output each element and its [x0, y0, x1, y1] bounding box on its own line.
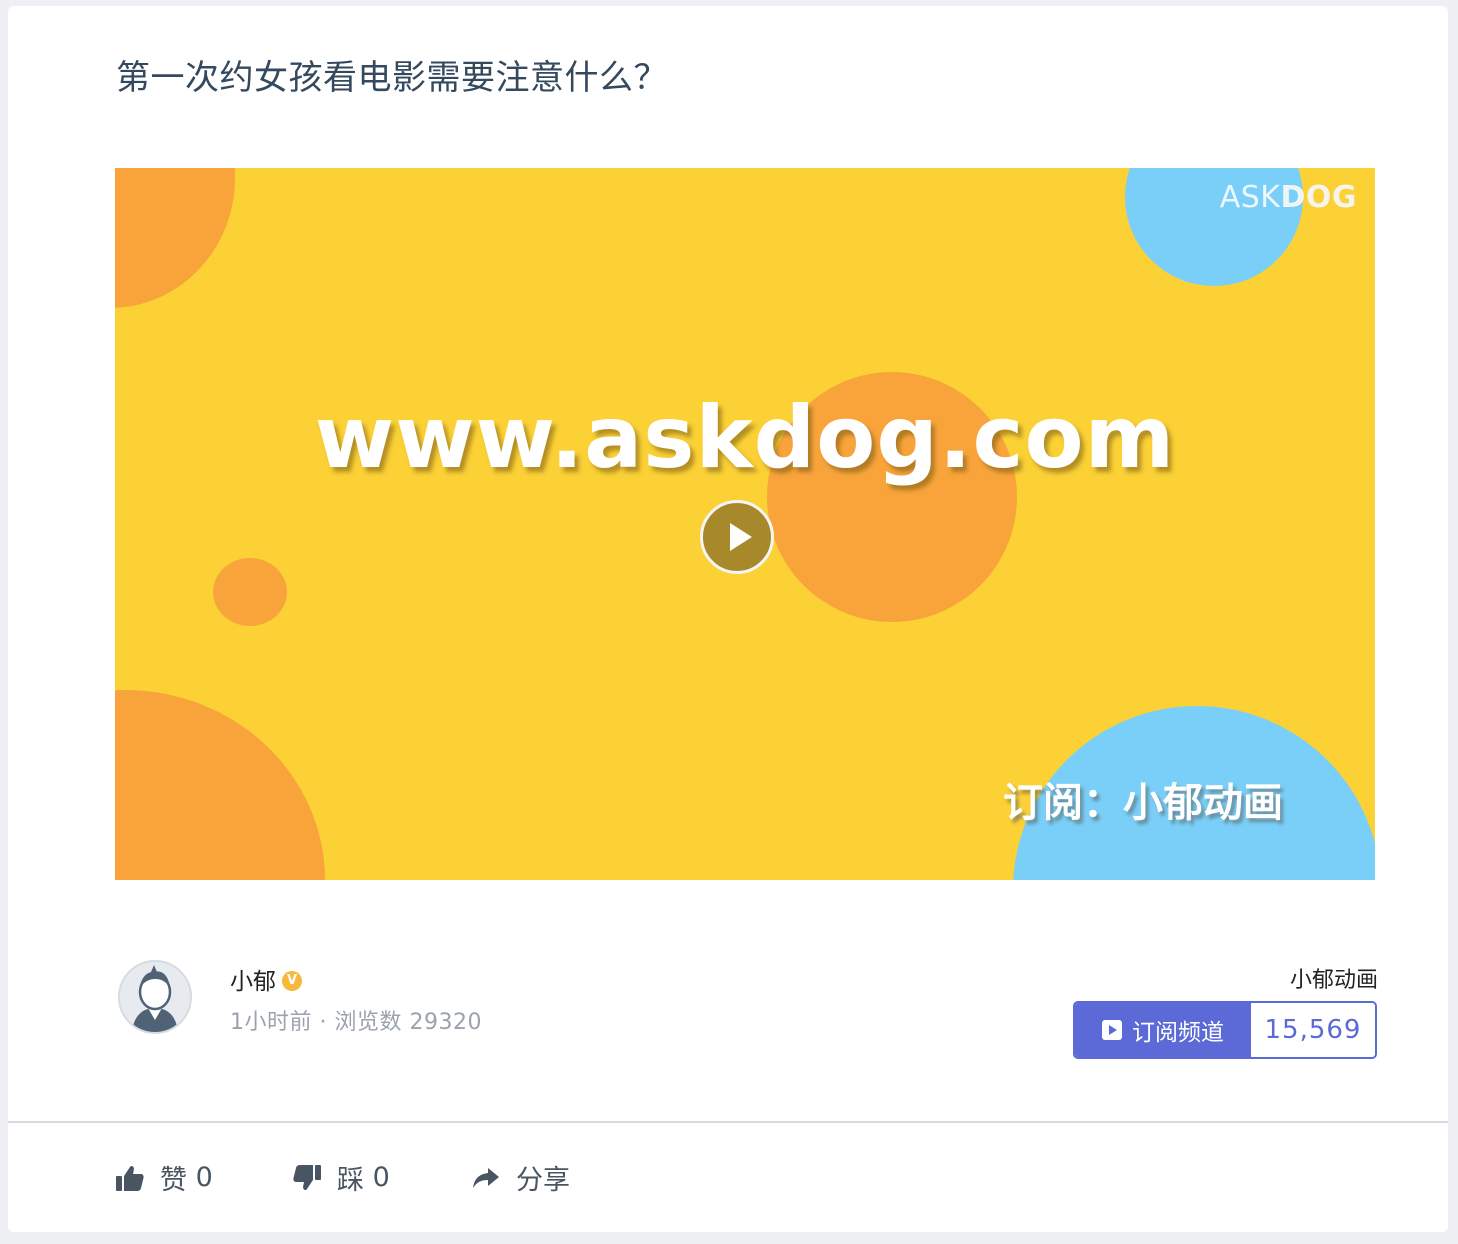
- views-label: 浏览数: [334, 1010, 403, 1035]
- divider: [8, 1121, 1448, 1123]
- subscriber-count: 15,569: [1251, 1003, 1375, 1057]
- dislike-label: 踩: [337, 1165, 364, 1196]
- views-count: 29320: [409, 1010, 483, 1035]
- user-avatar-icon: [120, 962, 190, 1032]
- video-overlay-subscribe: 订阅：小郁动画: [1003, 780, 1283, 826]
- share-label: 分享: [516, 1165, 570, 1196]
- thumbs-up-icon: [116, 1165, 144, 1191]
- brand-watermark-bold: DOG: [1280, 180, 1357, 215]
- decor-circle: [213, 558, 287, 626]
- avatar[interactable]: [118, 960, 192, 1034]
- thumbs-down-icon: [293, 1164, 321, 1190]
- share-button[interactable]: 分享: [472, 1158, 570, 1197]
- brand-watermark: ASKDOG: [1220, 180, 1357, 215]
- meta-separator: ·: [319, 1010, 327, 1035]
- like-label: 赞: [160, 1165, 187, 1196]
- video-player[interactable]: ASKDOG www.askdog.com 订阅：小郁动画: [115, 168, 1375, 880]
- post-card: 第一次约女孩看电影需要注意什么？ ASKDOG www.askdog.com 订…: [8, 6, 1448, 1232]
- verified-badge-icon: V: [282, 970, 302, 991]
- like-button[interactable]: 赞 0: [116, 1158, 213, 1197]
- post-title[interactable]: 第一次约女孩看电影需要注意什么？: [116, 50, 668, 99]
- dislike-count: 0: [372, 1162, 390, 1193]
- video-overlay-url: www.askdog.com: [314, 388, 1176, 488]
- share-arrow-icon: [473, 1167, 499, 1188]
- like-count: 0: [195, 1162, 213, 1193]
- play-icon[interactable]: [700, 500, 774, 574]
- play-square-icon: [1102, 1020, 1122, 1040]
- post-time: 1小时前: [230, 1010, 312, 1035]
- decor-circle: [115, 168, 235, 308]
- decor-circle: [115, 690, 325, 880]
- dislike-button[interactable]: 踩 0: [293, 1158, 390, 1197]
- subscribe-label: 订阅频道: [1132, 1020, 1224, 1046]
- subscribe-button[interactable]: 订阅频道: [1075, 1003, 1251, 1057]
- author-name[interactable]: 小郁 V: [230, 962, 302, 996]
- brand-watermark-light: ASK: [1219, 180, 1281, 215]
- author-name-text: 小郁: [230, 969, 276, 995]
- post-meta: 1小时前 · 浏览数 29320: [230, 1004, 482, 1036]
- channel-name[interactable]: 小郁动画: [1290, 962, 1378, 994]
- subscribe-channel-widget: 订阅频道 15,569: [1073, 1001, 1377, 1059]
